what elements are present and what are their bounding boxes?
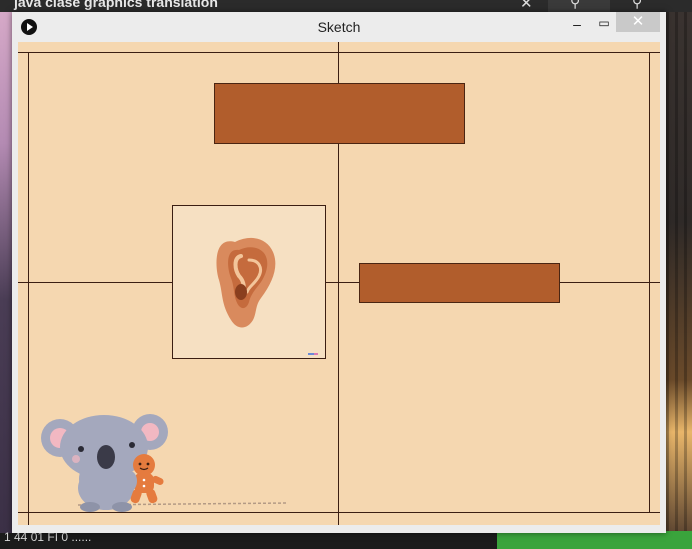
background-left-window — [0, 12, 12, 537]
background-close-icon[interactable]: ✕ — [520, 0, 533, 12]
minimize-button[interactable]: – — [567, 14, 587, 34]
center-horizontal-line — [18, 282, 660, 283]
ear-image — [172, 205, 326, 359]
background-browser-bar: java clase graphics translation ✕ ⚲ ⚲ — [0, 0, 692, 12]
background-right-window — [666, 12, 692, 537]
top-brown-rectangle — [214, 83, 465, 144]
koala-sticker-icon — [41, 414, 289, 512]
sketch-canvas[interactable] — [18, 42, 660, 525]
title-bar[interactable]: Sketch – ▭ ✕ — [12, 12, 666, 42]
ear-icon — [216, 237, 318, 355]
close-button[interactable]: ✕ — [616, 12, 660, 32]
maximize-button[interactable]: ▭ — [594, 14, 614, 34]
sketch-window: Sketch – ▭ ✕ — [12, 12, 666, 533]
background-green-button[interactable] — [497, 531, 692, 549]
frame-line-top — [18, 52, 660, 53]
background-search-button[interactable]: ⚲ — [548, 0, 610, 12]
frame-line-left — [28, 52, 29, 525]
right-brown-rectangle — [359, 263, 560, 303]
background-tab-title: java clase graphics translation — [14, 0, 218, 10]
search-icon: ⚲ — [570, 0, 581, 10]
location-pin-icon[interactable]: ⚲ — [632, 0, 642, 11]
